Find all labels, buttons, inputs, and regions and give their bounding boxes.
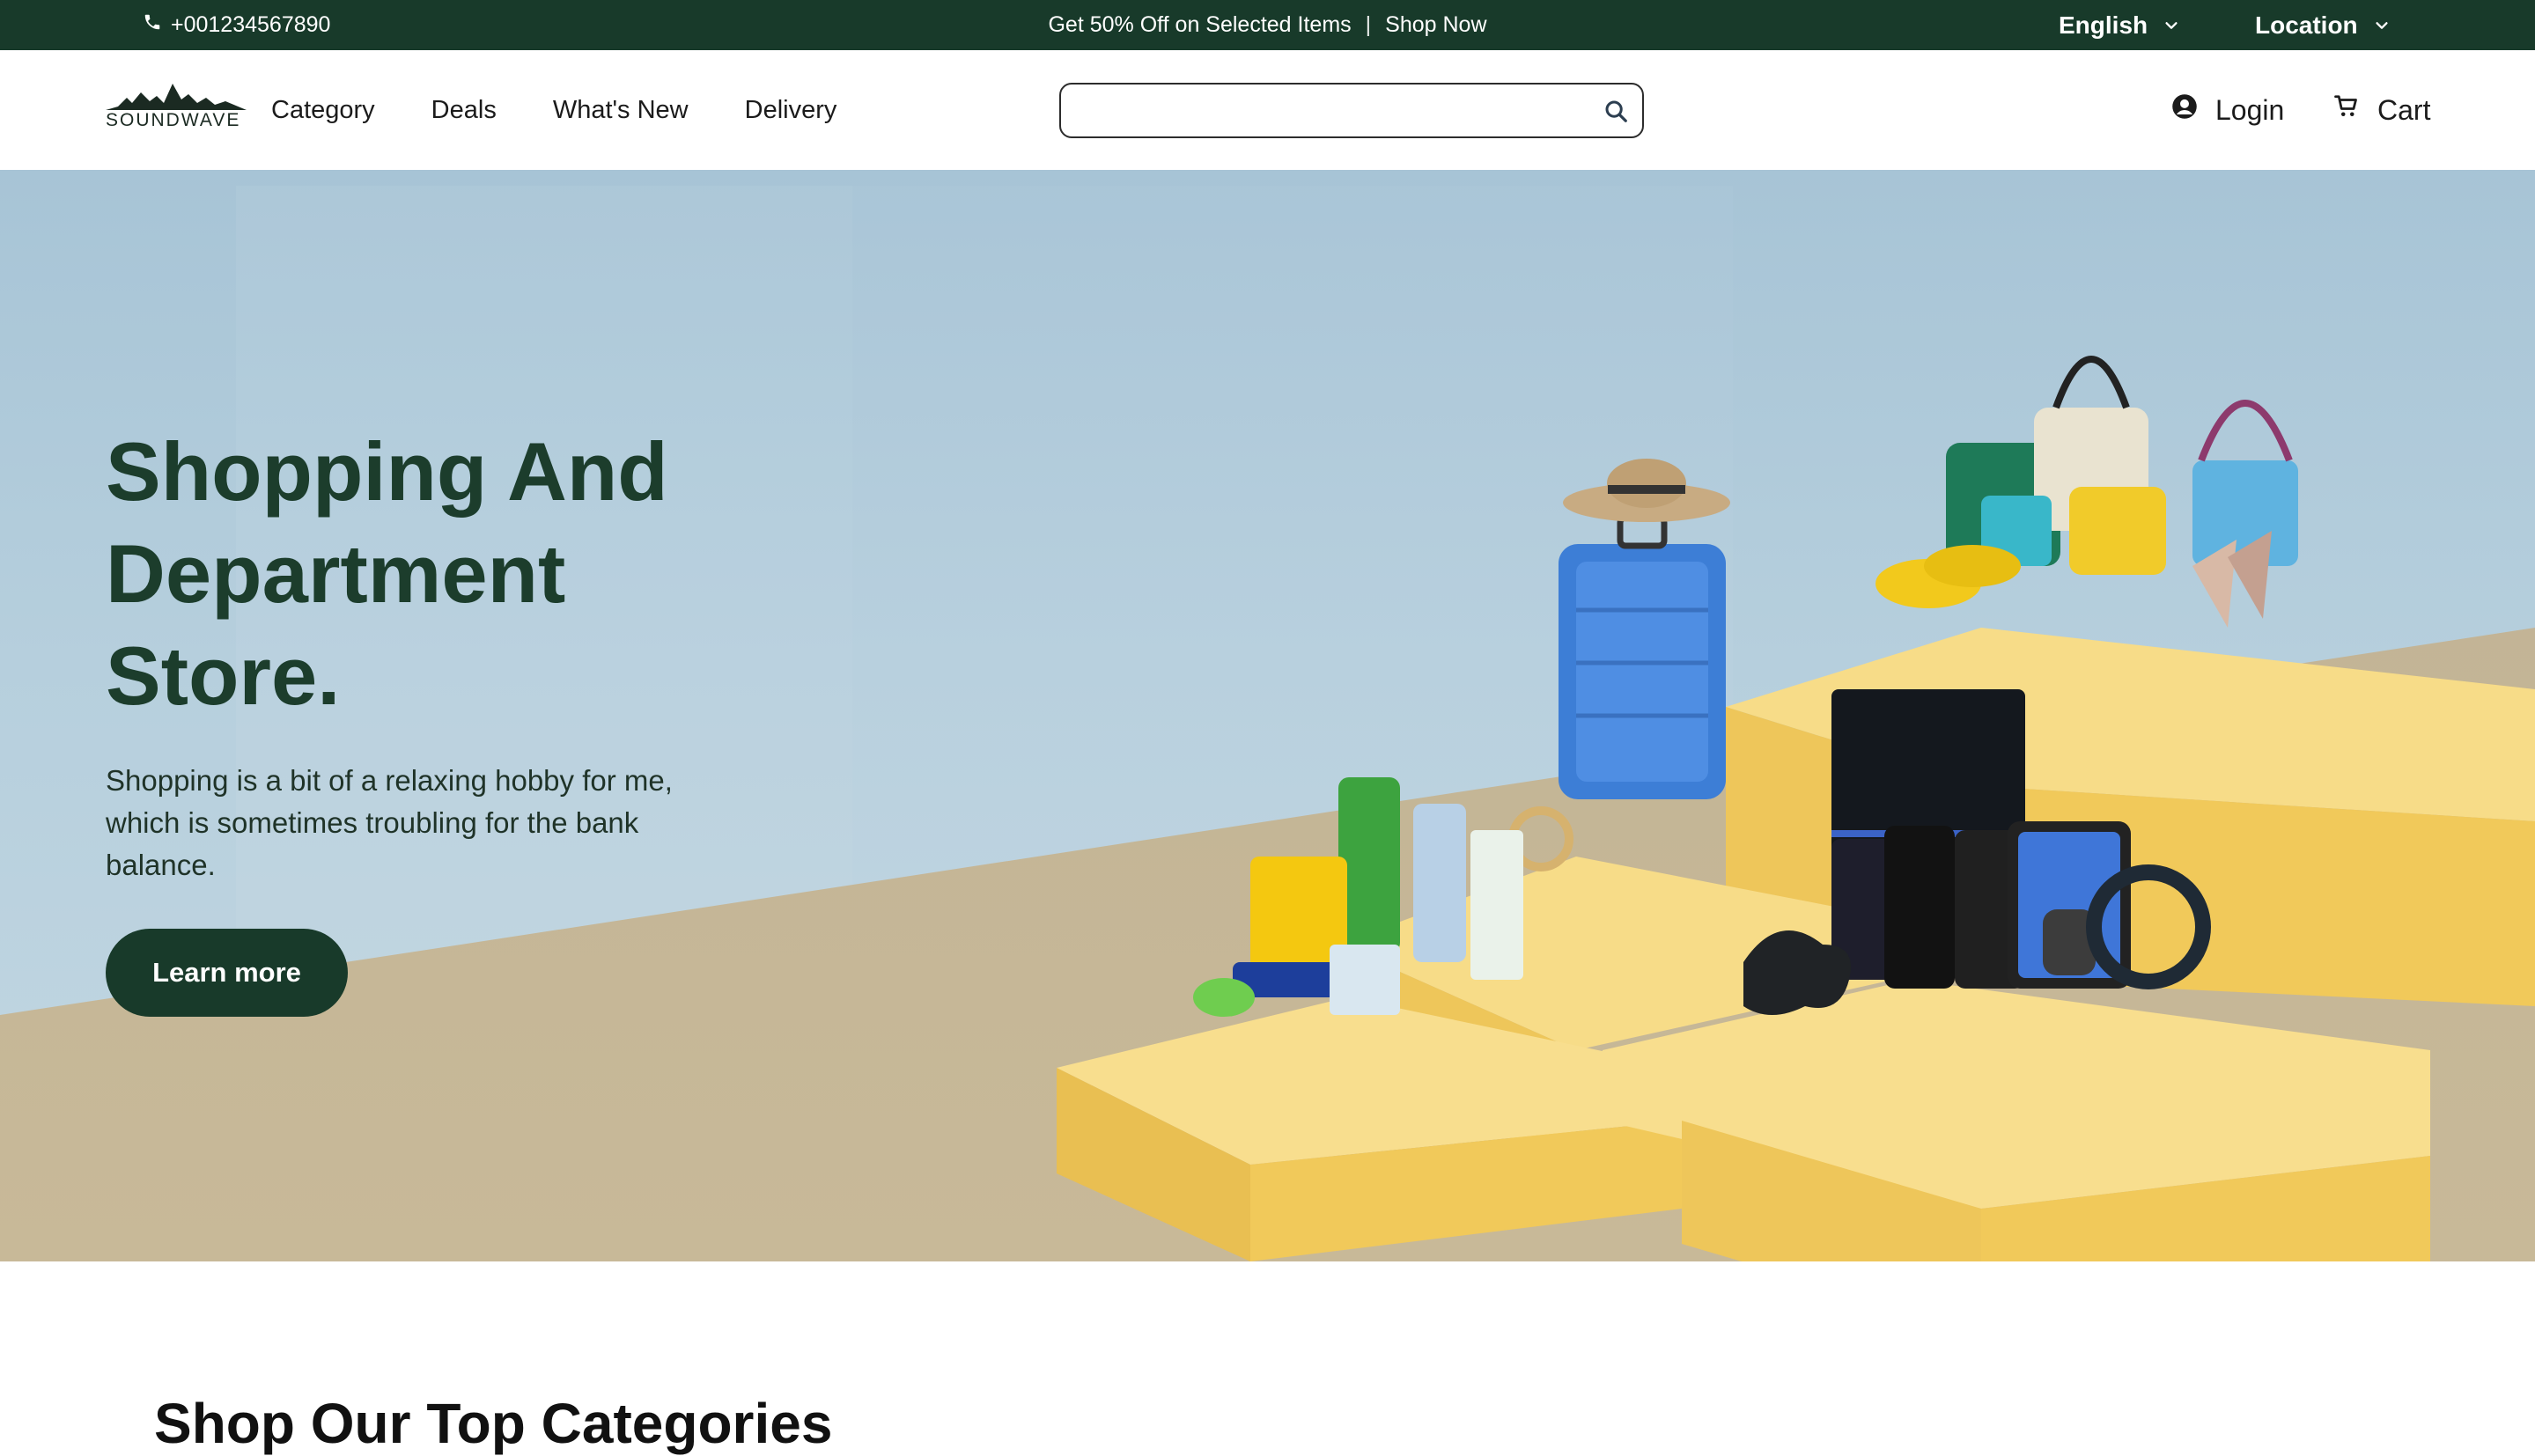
search-bar [1059,83,1644,138]
language-label: English [2059,11,2148,39]
nav-delivery[interactable]: Delivery [745,96,837,125]
cart-button[interactable]: Cart [2333,50,2430,170]
location-dropdown[interactable]: Location [2255,0,2390,50]
nav-category[interactable]: Category [271,96,375,125]
promo-text: Get 50% Off on Selected Items [1048,12,1352,37]
nav-deals[interactable]: Deals [431,96,497,125]
main-header: SOUNDWAVE Category Deals What's New Deli… [0,50,2535,170]
cart-icon [2333,93,2360,127]
primary-nav: Category Deals What's New Delivery [271,50,836,170]
top-announcement-bar: +001234567890 Get 50% Off on Selected It… [0,0,2535,50]
hero-description: Shopping is a bit of a relaxing hobby fo… [106,764,673,881]
location-label: Location [2255,11,2358,39]
learn-more-button[interactable]: Learn more [106,929,348,1017]
login-button[interactable]: Login [2171,50,2284,170]
hero-title: Shopping And Department Store. [106,425,668,722]
language-dropdown[interactable]: English [2059,0,2179,50]
shop-now-link[interactable]: Shop Now [1385,12,1486,38]
chevron-down-icon [2163,11,2179,40]
logo[interactable]: SOUNDWAVE [106,80,247,142]
hero-banner: Shopping And Department Store. Shopping … [0,170,2535,1261]
hero-product-illustration [1057,356,2535,1261]
user-circle-icon [2171,93,2198,127]
cart-label: Cart [2377,93,2431,126]
search-input[interactable] [1061,85,1589,136]
promo-separator: | [1365,12,1372,37]
section-title: Shop Our Top Categories [154,1392,833,1455]
soundwave-logo-mark [106,84,247,110]
chevron-down-icon [2374,11,2390,40]
login-label: Login [2215,93,2285,126]
nav-whats-new[interactable]: What's New [553,96,689,125]
search-icon[interactable] [1589,85,1642,136]
logo-text: SOUNDWAVE [106,110,241,130]
